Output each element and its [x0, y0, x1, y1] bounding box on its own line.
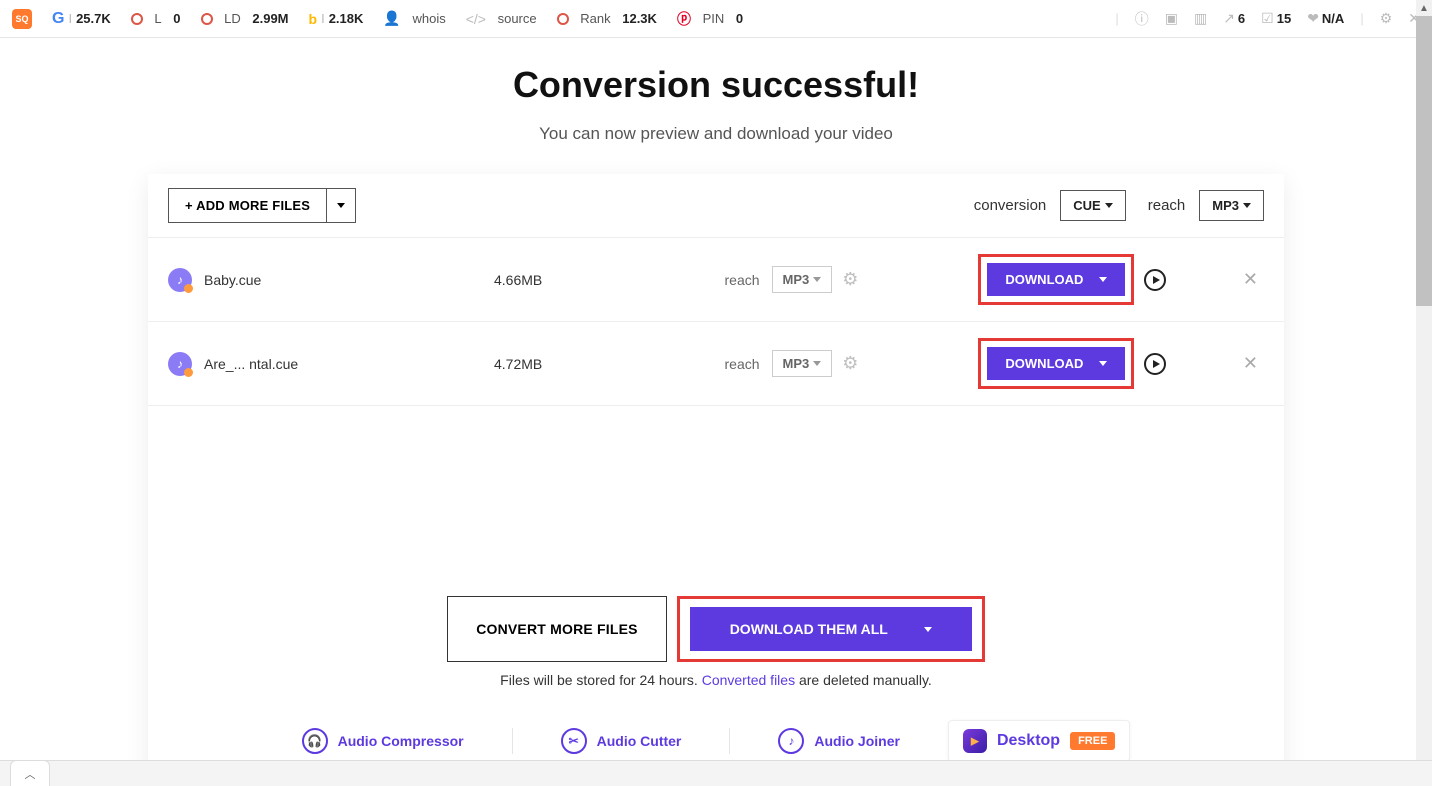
storage-note: Files will be stored for 24 hours. Conve… — [148, 672, 1284, 688]
chevron-down-icon — [924, 627, 932, 632]
chevron-down-icon — [813, 361, 821, 366]
sq-logo-icon — [12, 9, 32, 29]
add-more-files-dropdown[interactable] — [327, 188, 356, 223]
pin-stat[interactable]: ⓟ PIN 0 — [677, 9, 743, 29]
play-icon[interactable] — [1144, 269, 1166, 291]
circle-icon — [131, 13, 143, 25]
file-name: Baby.cue — [204, 272, 494, 288]
add-more-files-button[interactable]: + ADD MORE FILES — [168, 188, 327, 223]
bing-stat[interactable]: bI2.18K — [309, 11, 364, 27]
free-badge: FREE — [1070, 732, 1115, 750]
info-icon[interactable]: ⓘ — [1135, 9, 1149, 29]
file-size: 4.66MB — [494, 272, 654, 288]
convert-more-button[interactable]: CONVERT MORE FILES — [447, 596, 667, 662]
highlight-box: DOWNLOAD THEM ALL — [677, 596, 985, 662]
compressor-icon: 🎧 — [302, 728, 328, 754]
joiner-icon: ♪ — [778, 728, 804, 754]
chevron-down-icon — [813, 277, 821, 282]
scrollbar-track[interactable]: ▲ — [1416, 0, 1432, 786]
music-file-icon — [168, 352, 192, 376]
bar-icon[interactable]: ▥ — [1194, 10, 1207, 27]
audio-joiner-link[interactable]: ♪Audio Joiner — [778, 728, 900, 754]
cutter-icon: ✂ — [561, 728, 587, 754]
pinterest-icon: ⓟ — [677, 9, 691, 29]
check-icon: ☑ — [1261, 10, 1274, 27]
audio-compressor-link[interactable]: 🎧Audio Compressor — [302, 728, 464, 754]
highlight-box: DOWNLOAD — [978, 254, 1134, 305]
play-icon[interactable] — [1144, 353, 1166, 375]
bottom-bar: ︿ — [0, 760, 1432, 786]
conversion-card: + ADD MORE FILES conversion CUE reach MP… — [148, 174, 1284, 776]
page-subtitle: You can now preview and download your vi… — [148, 124, 1284, 144]
audio-cutter-link[interactable]: ✂Audio Cutter — [561, 728, 682, 754]
scrollbar-up-icon[interactable]: ▲ — [1416, 0, 1432, 16]
google-stat[interactable]: G I25.7K — [52, 10, 111, 28]
l-stat[interactable]: L 0 — [131, 11, 181, 26]
conversion-select[interactable]: CUE — [1060, 190, 1125, 221]
monitor-icon[interactable]: ▣ — [1165, 10, 1178, 27]
extension-toolbar: G I25.7K L 0 LD 2.99M bI2.18K 👤 whois </… — [0, 0, 1432, 38]
whois-link[interactable]: 👤 whois — [383, 10, 445, 27]
download-button[interactable]: DOWNLOAD — [987, 347, 1125, 380]
heart-icon: ❤ — [1307, 10, 1319, 27]
scrollbar-thumb[interactable] — [1416, 16, 1432, 306]
reach-select[interactable]: MP3 — [1199, 190, 1264, 221]
file-reach-label: reach — [725, 272, 760, 288]
music-file-icon — [168, 268, 192, 292]
chevron-down-icon — [1099, 277, 1107, 282]
external-icon: ↗ — [1223, 10, 1235, 27]
file-size: 4.72MB — [494, 356, 654, 372]
gear-icon[interactable]: ⚙ — [1380, 10, 1393, 27]
converted-files-link[interactable]: Converted files — [702, 672, 795, 688]
ext-check-stat[interactable]: ☑15 — [1261, 10, 1291, 27]
ext-na-stat[interactable]: ❤N/A — [1307, 10, 1344, 27]
google-icon: G — [52, 10, 64, 28]
desktop-app-link[interactable]: Desktop FREE — [948, 720, 1130, 762]
bing-icon: b — [309, 11, 318, 27]
file-row: Baby.cue 4.66MB reach MP3 ⚙ DOWNLOAD ✕ — [148, 238, 1284, 322]
file-format-select[interactable]: MP3 — [772, 266, 833, 293]
download-all-button[interactable]: DOWNLOAD THEM ALL — [690, 607, 972, 651]
gear-icon[interactable]: ⚙ — [842, 353, 858, 374]
highlight-box: DOWNLOAD — [978, 338, 1134, 389]
bottom-tab[interactable]: ︿ — [10, 760, 50, 786]
page-title: Conversion successful! — [148, 64, 1284, 106]
ld-stat[interactable]: LD 2.99M — [201, 11, 289, 26]
rank-stat[interactable]: Rank 12.3K — [557, 11, 657, 26]
download-button[interactable]: DOWNLOAD — [987, 263, 1125, 296]
file-row: Are_... ntal.cue 4.72MB reach MP3 ⚙ DOWN… — [148, 322, 1284, 406]
desktop-logo-icon — [963, 729, 987, 753]
file-format-select[interactable]: MP3 — [772, 350, 833, 377]
remove-file-button[interactable]: ✕ — [1237, 269, 1264, 290]
target-icon — [557, 13, 569, 25]
remove-file-button[interactable]: ✕ — [1237, 353, 1264, 374]
source-link[interactable]: </> source — [466, 11, 537, 27]
code-icon: </> — [466, 11, 486, 27]
ext-arrow-stat[interactable]: ↗6 — [1223, 10, 1245, 27]
file-name: Are_... ntal.cue — [204, 356, 494, 372]
file-reach-label: reach — [725, 356, 760, 372]
person-icon: 👤 — [383, 10, 400, 27]
chevron-up-icon: ︿ — [25, 766, 36, 782]
chevron-down-icon — [1105, 203, 1113, 208]
gear-icon[interactable]: ⚙ — [842, 269, 858, 290]
conversion-label: conversion — [974, 197, 1047, 214]
chevron-down-icon — [1099, 361, 1107, 366]
chevron-down-icon — [1243, 203, 1251, 208]
reach-label: reach — [1148, 197, 1186, 214]
chevron-down-icon — [337, 203, 345, 208]
circle-icon — [201, 13, 213, 25]
